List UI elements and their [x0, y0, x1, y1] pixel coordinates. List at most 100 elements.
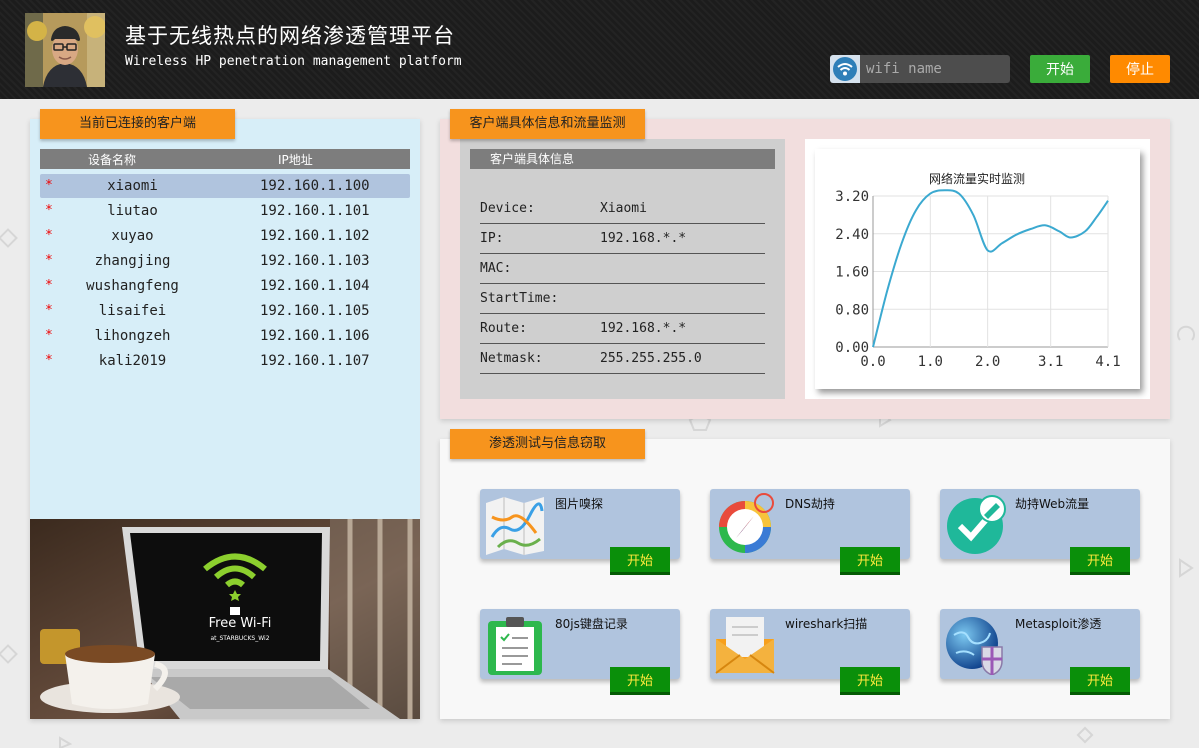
client-name: lihongzeh: [94, 328, 171, 344]
wifi-icon: [830, 55, 860, 83]
connected-clients-panel: 设备名称 IP地址 * xiaomi 192.160.1.100 * liuta…: [30, 119, 420, 719]
tool-card-keylogger: 80js键盘记录 开始: [480, 609, 680, 695]
pentest-panel: 图片嗅探 开始 DNS劫持 开始 劫持Web流量 开始 80js键盘记录 开始 …: [440, 439, 1170, 719]
status-star: *: [45, 353, 53, 368]
detail-key: IP:: [480, 231, 504, 246]
metasploit-start-button[interactable]: 开始: [1070, 667, 1130, 695]
detail-row-device: Device: Xiaomi: [480, 194, 765, 224]
client-detail-header: 客户端具体信息: [470, 149, 775, 169]
keylogger-start-button[interactable]: 开始: [610, 667, 670, 695]
client-table-header: 设备名称 IP地址: [40, 149, 410, 169]
col-ip-address: IP地址: [278, 153, 313, 167]
y-tick-label: 1.60: [835, 265, 869, 281]
y-tick-label: 2.40: [835, 227, 869, 243]
detail-value: 255.255.255.0: [600, 351, 702, 366]
table-row[interactable]: * wushangfeng 192.160.1.104: [40, 274, 410, 298]
client-name: wushangfeng: [86, 278, 179, 294]
client-name: zhangjing: [94, 253, 171, 269]
avatar: [25, 13, 105, 87]
photo-screen-text: Free Wi-Fi: [209, 616, 272, 631]
tool-card-web-hijack: 劫持Web流量 开始: [940, 489, 1140, 575]
tool-name: 80js键盘记录: [555, 617, 628, 631]
globe-shield-icon: [944, 613, 1006, 676]
client-ip: 192.160.1.100: [260, 178, 370, 194]
start-button[interactable]: 开始: [1030, 55, 1090, 83]
detail-key: StartTime:: [480, 291, 559, 306]
status-star: *: [45, 228, 53, 243]
y-tick-label: 3.20: [835, 189, 869, 205]
tool-card-metasploit: Metasploit渗透 开始: [940, 609, 1140, 695]
wifi-name-field: [830, 55, 1010, 83]
table-row[interactable]: * xiaomi 192.160.1.100: [40, 174, 410, 198]
detail-value: Xiaomi: [600, 201, 647, 216]
x-tick-label: 1.0: [918, 354, 943, 370]
dns-hijack-start-button[interactable]: 开始: [840, 547, 900, 575]
client-ip: 192.160.1.101: [260, 203, 370, 219]
traffic-chart-box: 网络流量实时监测 0.00 0.80 1.60 2.40 3.20 0.0 1.0 2.0 3.…: [805, 139, 1150, 399]
detail-row-mac: MAC:: [480, 254, 765, 284]
table-row[interactable]: * zhangjing 192.160.1.103: [40, 249, 410, 273]
tool-name: DNS劫持: [785, 497, 835, 511]
app-title: 基于无线热点的网络渗透管理平台: [125, 24, 455, 48]
client-name: kali2019: [98, 353, 167, 369]
status-star: *: [45, 203, 53, 218]
detail-row-starttime: StartTime:: [480, 284, 765, 314]
client-ip: 192.160.1.103: [260, 253, 370, 269]
edit-check-icon: [944, 493, 1006, 555]
x-tick-label: 0.0: [860, 354, 885, 370]
x-tick-label: 4.1: [1095, 354, 1120, 370]
tab-connected-clients[interactable]: 当前已连接的客户端: [40, 109, 235, 139]
client-ip: 192.160.1.104: [260, 278, 370, 294]
detail-key: Netmask:: [480, 351, 543, 366]
status-star: *: [45, 253, 53, 268]
client-ip: 192.160.1.102: [260, 228, 370, 244]
status-star: *: [45, 328, 53, 343]
detail-key: Route:: [480, 321, 527, 336]
table-row[interactable]: * liutao 192.160.1.101: [40, 199, 410, 223]
traffic-chart-card: 网络流量实时监测 0.00 0.80 1.60 2.40 3.20 0.0 1.0 2.0 3.…: [815, 149, 1140, 389]
x-tick-label: 2.0: [975, 354, 1000, 370]
client-ip: 192.160.1.105: [260, 303, 370, 319]
tool-card-wireshark: wireshark扫描 开始: [710, 609, 910, 695]
detail-key: Device:: [480, 201, 535, 216]
tab-client-monitor[interactable]: 客户端具体信息和流量监测: [450, 109, 645, 139]
client-name: xuyao: [111, 228, 154, 244]
stop-button[interactable]: 停止: [1110, 55, 1170, 83]
status-star: *: [45, 303, 53, 318]
detail-row-ip: IP: 192.168.*.*: [480, 224, 765, 254]
map-icon: [484, 493, 546, 555]
client-name: lisaifei: [98, 303, 167, 319]
x-tick-label: 3.1: [1038, 354, 1063, 370]
client-name: xiaomi: [107, 178, 158, 194]
table-row[interactable]: * lisaifei 192.160.1.105: [40, 299, 410, 323]
wifi-name-input[interactable]: [862, 55, 1008, 83]
client-monitor-panel: 客户端具体信息 Device: Xiaomi IP: 192.168.*.* M…: [440, 119, 1170, 419]
detail-value: 192.168.*.*: [600, 321, 687, 336]
image-sniff-start-button[interactable]: 开始: [610, 547, 670, 575]
traffic-series-line: [872, 189, 1109, 348]
tool-name: Metasploit渗透: [1015, 617, 1102, 631]
table-row[interactable]: * xuyao 192.160.1.102: [40, 224, 410, 248]
detail-key: MAC:: [480, 261, 512, 276]
wireshark-start-button[interactable]: 开始: [840, 667, 900, 695]
detail-row-netmask: Netmask: 255.255.255.0: [480, 344, 765, 374]
clipboard-icon: [484, 613, 546, 675]
tab-pentest[interactable]: 渗透测试与信息窃取: [450, 429, 645, 459]
client-ip: 192.160.1.106: [260, 328, 370, 344]
tool-card-dns-hijack: DNS劫持 开始: [710, 489, 910, 575]
tool-card-image-sniff: 图片嗅探 开始: [480, 489, 680, 575]
web-hijack-start-button[interactable]: 开始: [1070, 547, 1130, 575]
table-row[interactable]: * lihongzeh 192.160.1.106: [40, 324, 410, 348]
top-header: 基于无线热点的网络渗透管理平台 Wireless HP penetration …: [0, 0, 1199, 99]
status-star: *: [45, 278, 53, 293]
app-subtitle: Wireless HP penetration management platf…: [125, 54, 462, 69]
chart-title: 网络流量实时监测: [929, 171, 1025, 186]
photo-screen-subtext: at_STARBUCKS_Wi2: [210, 635, 269, 642]
y-tick-label: 0.80: [835, 302, 869, 318]
client-detail-box: 客户端具体信息 Device: Xiaomi IP: 192.168.*.* M…: [460, 139, 785, 399]
table-row[interactable]: * kali2019 192.160.1.107: [40, 349, 410, 373]
client-name: liutao: [107, 203, 158, 219]
col-device-name: 设备名称: [88, 153, 137, 167]
detail-value: 192.168.*.*: [600, 231, 687, 246]
tool-name: 图片嗅探: [555, 497, 604, 511]
